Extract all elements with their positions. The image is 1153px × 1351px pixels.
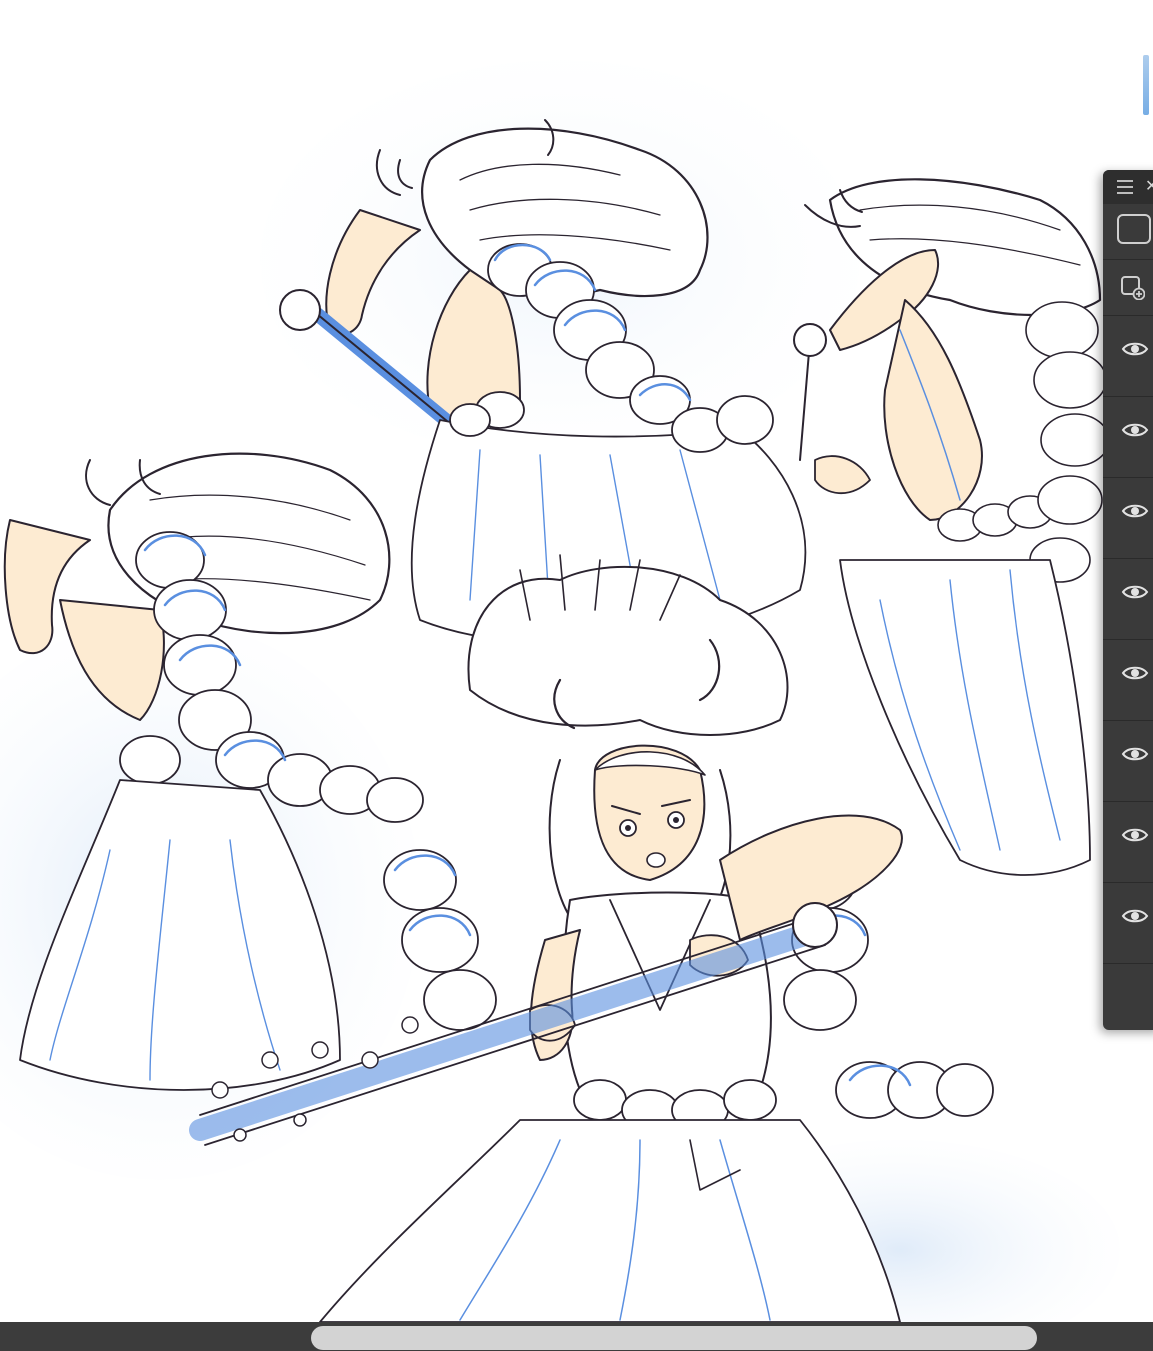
layer-row[interactable] xyxy=(1103,316,1153,397)
hamburger-icon[interactable] xyxy=(1117,180,1133,194)
new-layer-icon xyxy=(1121,276,1145,300)
close-icon[interactable]: ✕ xyxy=(1145,176,1153,196)
layer-row[interactable] xyxy=(1103,802,1153,883)
layer-row[interactable] xyxy=(1103,640,1153,721)
layer-row[interactable] xyxy=(1103,397,1153,478)
layer-panel-header: ✕ xyxy=(1103,170,1153,204)
eye-icon[interactable] xyxy=(1121,340,1149,358)
eye-icon[interactable] xyxy=(1121,745,1149,763)
eye-icon[interactable] xyxy=(1121,664,1149,682)
layer-thumbnail-icon xyxy=(1117,214,1151,244)
layer-row[interactable] xyxy=(1103,883,1153,964)
new-layer-button[interactable] xyxy=(1103,260,1153,316)
ruler-mark xyxy=(1143,55,1149,115)
app-window: ✕ xyxy=(0,0,1153,1351)
artwork xyxy=(0,60,1120,1322)
drawing-canvas[interactable] xyxy=(0,0,1153,1322)
eye-icon[interactable] xyxy=(1121,583,1149,601)
layer-row[interactable] xyxy=(1103,478,1153,559)
layer-thumbnail-button[interactable] xyxy=(1103,204,1153,260)
layer-row[interactable] xyxy=(1103,559,1153,640)
eye-icon[interactable] xyxy=(1121,826,1149,844)
eye-icon[interactable] xyxy=(1121,421,1149,439)
layer-panel: ✕ xyxy=(1103,170,1153,1030)
canvas-edge-strip xyxy=(1140,0,1153,160)
layer-list xyxy=(1103,316,1153,964)
layer-row[interactable] xyxy=(1103,721,1153,802)
eye-icon[interactable] xyxy=(1121,907,1149,925)
horizontal-scrollbar[interactable] xyxy=(0,1322,1153,1351)
eye-icon[interactable] xyxy=(1121,502,1149,520)
scrollbar-thumb[interactable] xyxy=(311,1326,1037,1350)
